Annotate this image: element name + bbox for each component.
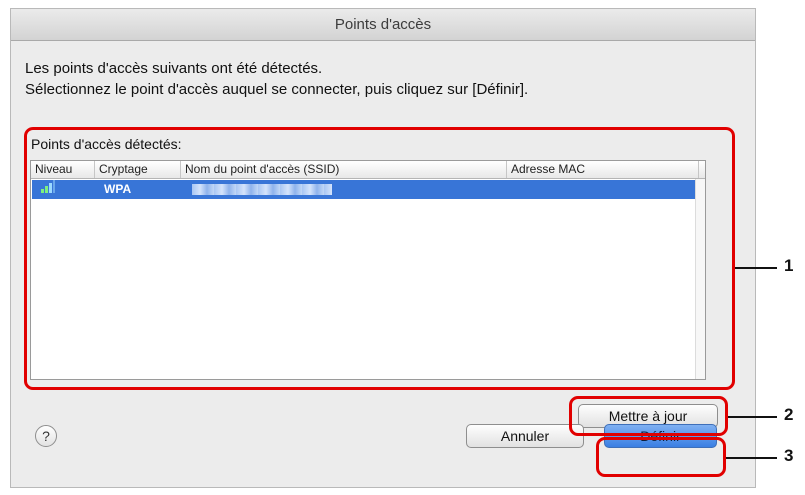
callout-3: 3	[784, 446, 794, 465]
leader-line-2	[728, 416, 777, 418]
callout-1: 1	[784, 256, 794, 275]
instruction-line-1: Les points d'accès suivants ont été déte…	[25, 60, 323, 77]
leader-line-3	[726, 457, 777, 459]
callout-2: 2	[784, 405, 794, 424]
highlight-detected-list	[24, 127, 735, 390]
help-button[interactable]: ?	[35, 425, 57, 447]
highlight-refresh-button	[569, 396, 728, 436]
cancel-button[interactable]: Annuler	[466, 424, 584, 448]
highlight-set-button	[596, 437, 726, 477]
leader-line-1	[735, 267, 777, 269]
instructions: Les points d'accès suivants ont été déte…	[25, 58, 528, 100]
instruction-line-2: Sélectionnez le point d'accès auquel se …	[25, 81, 529, 98]
window-title: Points d'accès	[11, 9, 755, 41]
